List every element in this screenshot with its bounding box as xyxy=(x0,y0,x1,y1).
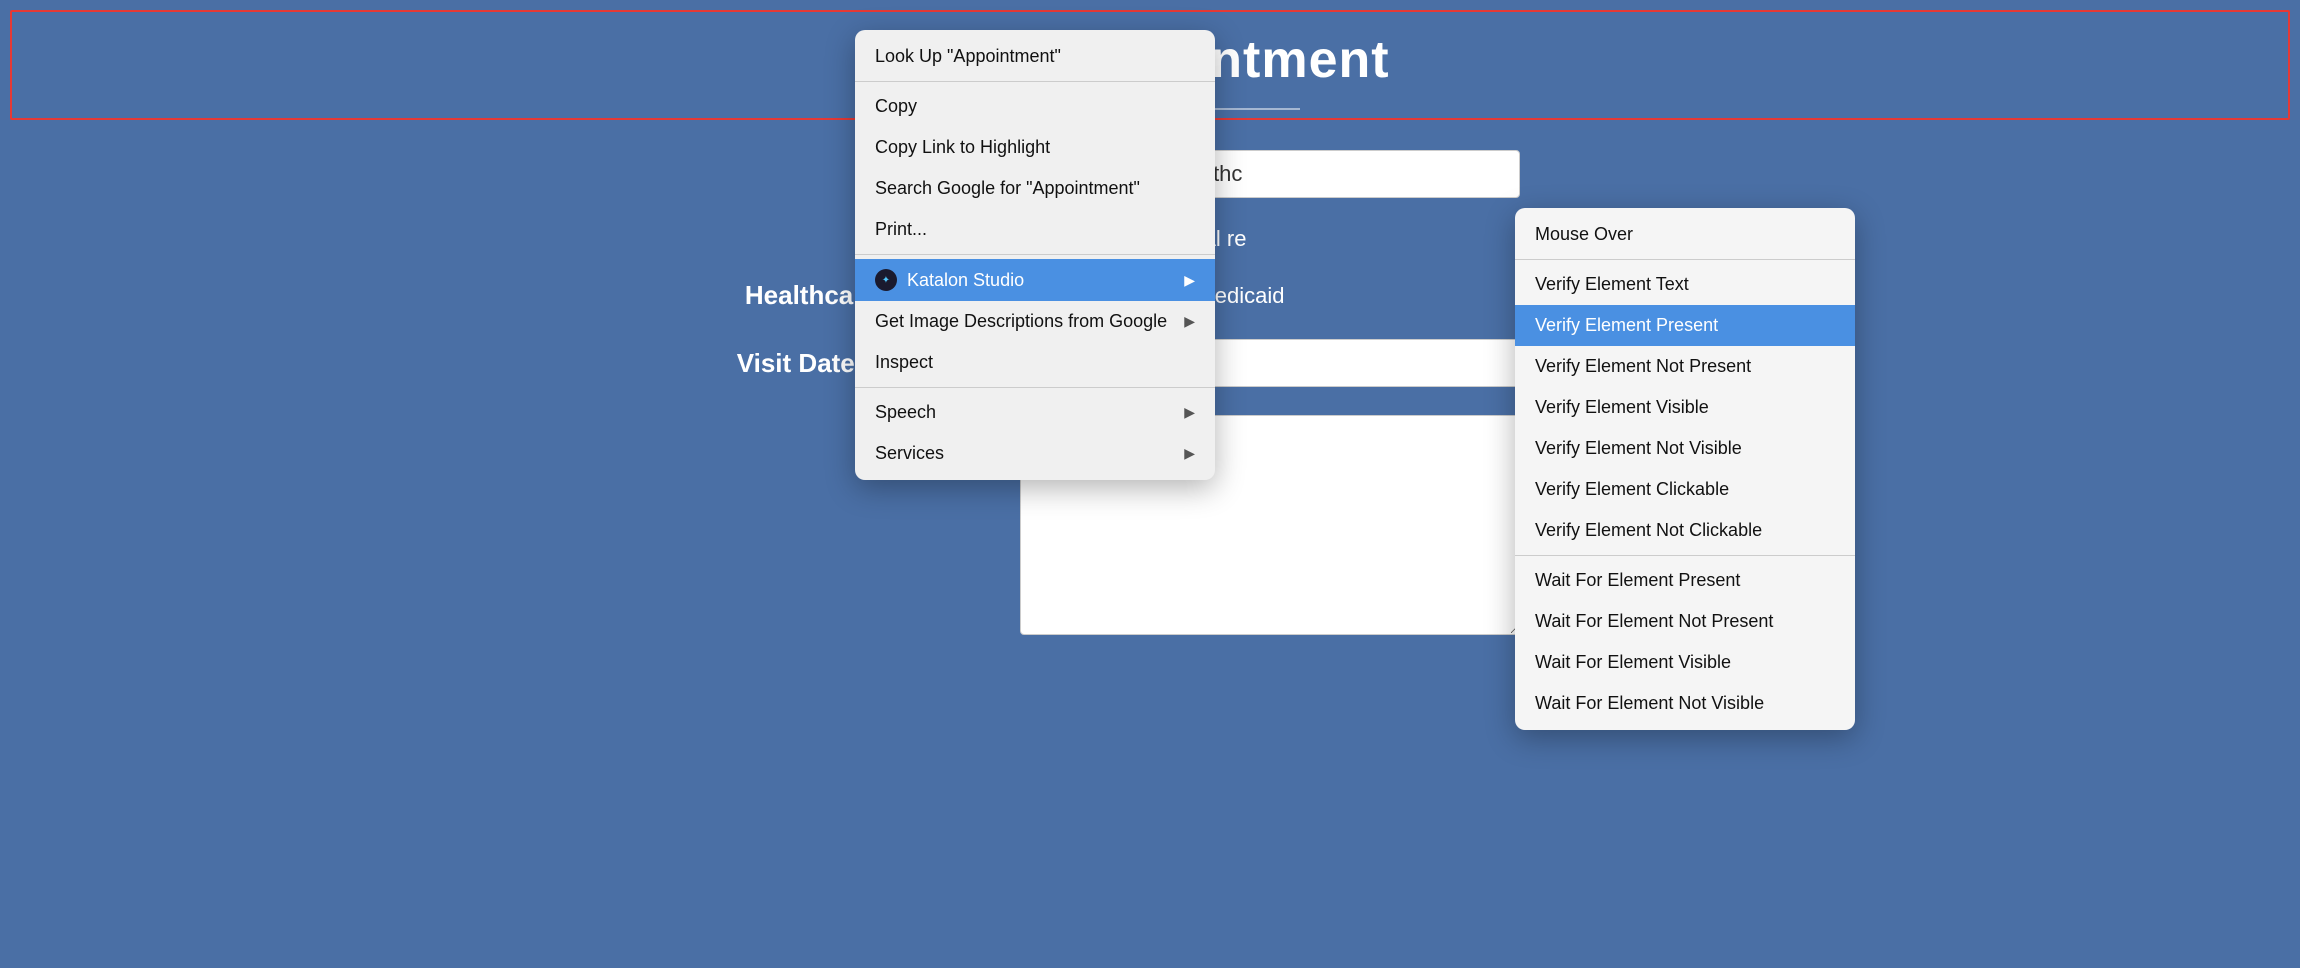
katalon-verify-visible[interactable]: Verify Element Visible xyxy=(1515,387,1855,428)
katalon-submenu: Mouse Over Verify Element Text Verify El… xyxy=(1515,208,1855,730)
page-content: Make Appointment Facility Apply for hosp… xyxy=(0,0,2300,968)
ctx-lookup[interactable]: Look Up "Appointment" xyxy=(855,36,1215,77)
katalon-sep-1 xyxy=(1515,259,1855,260)
katalon-wait-not-present[interactable]: Wait For Element Not Present xyxy=(1515,601,1855,642)
ctx-get-image[interactable]: Get Image Descriptions from Google ▶ xyxy=(855,301,1215,342)
katalon-verify-clickable[interactable]: Verify Element Clickable xyxy=(1515,469,1855,510)
katalon-sep-2 xyxy=(1515,555,1855,556)
katalon-mouse-over[interactable]: Mouse Over xyxy=(1515,214,1855,255)
ctx-search-google[interactable]: Search Google for "Appointment" xyxy=(855,168,1215,209)
katalon-wait-not-visible[interactable]: Wait For Element Not Visible xyxy=(1515,683,1855,724)
katalon-icon xyxy=(875,269,897,291)
primary-context-menu: Look Up "Appointment" Copy Copy Link to … xyxy=(855,30,1215,480)
ctx-copy[interactable]: Copy xyxy=(855,86,1215,127)
ctx-katalon[interactable]: Katalon Studio ▶ xyxy=(855,259,1215,301)
ctx-speech[interactable]: Speech ▶ xyxy=(855,392,1215,433)
ctx-print[interactable]: Print... xyxy=(855,209,1215,250)
katalon-verify-text[interactable]: Verify Element Text xyxy=(1515,264,1855,305)
katalon-wait-visible[interactable]: Wait For Element Visible xyxy=(1515,642,1855,683)
ctx-services[interactable]: Services ▶ xyxy=(855,433,1215,474)
ctx-sep-1 xyxy=(855,81,1215,82)
get-image-arrow: ▶ xyxy=(1184,313,1195,330)
ctx-inspect[interactable]: Inspect xyxy=(855,342,1215,383)
katalon-verify-not-present[interactable]: Verify Element Not Present xyxy=(1515,346,1855,387)
katalon-verify-present[interactable]: Verify Element Present xyxy=(1515,305,1855,346)
katalon-verify-not-clickable[interactable]: Verify Element Not Clickable xyxy=(1515,510,1855,551)
ctx-sep-2 xyxy=(855,254,1215,255)
speech-arrow: ▶ xyxy=(1184,404,1195,421)
katalon-arrow: ▶ xyxy=(1184,272,1195,289)
katalon-wait-present[interactable]: Wait For Element Present xyxy=(1515,560,1855,601)
katalon-verify-not-visible[interactable]: Verify Element Not Visible xyxy=(1515,428,1855,469)
ctx-sep-3 xyxy=(855,387,1215,388)
services-arrow: ▶ xyxy=(1184,445,1195,462)
ctx-copy-link[interactable]: Copy Link to Highlight xyxy=(855,127,1215,168)
